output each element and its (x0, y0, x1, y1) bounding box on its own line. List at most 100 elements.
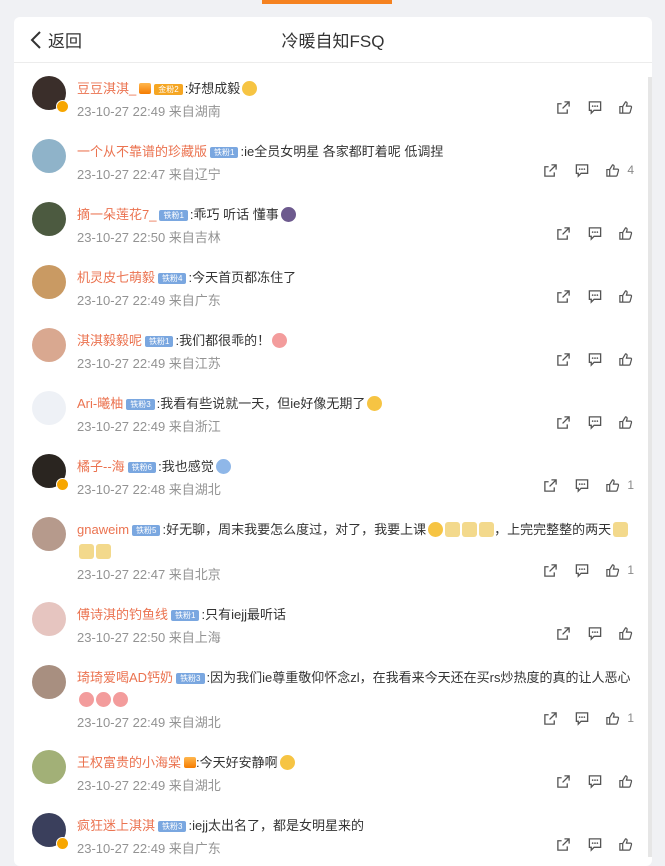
emoji-icon (242, 81, 258, 96)
like-button[interactable] (618, 288, 634, 304)
commenter-name[interactable]: 王权富贵的小海棠 (77, 755, 181, 770)
fan-badge: 金粉2 (154, 84, 183, 95)
commenter-name[interactable]: gnaweim (77, 522, 129, 537)
like-button[interactable]: 1 (605, 710, 634, 726)
share-icon (544, 711, 558, 725)
like-button[interactable] (618, 351, 634, 367)
commenter-name[interactable]: 豆豆淇淇_ (77, 81, 136, 96)
comment-meta: 23-10-27 22:47 来自北京 (77, 567, 221, 582)
avatar[interactable] (32, 391, 66, 425)
commenter-name[interactable]: 一个从不靠谱的珍藏版 (77, 144, 207, 159)
comment-meta: 23-10-27 22:47 来自辽宁 (77, 167, 221, 182)
reply-button[interactable] (587, 351, 603, 367)
avatar[interactable] (32, 202, 66, 236)
avatar[interactable] (32, 517, 66, 551)
reply-button[interactable] (574, 562, 590, 578)
like-button[interactable]: 4 (605, 162, 634, 178)
like-button[interactable] (618, 414, 634, 430)
thumbs-up-icon (618, 225, 634, 241)
commenter-name[interactable]: 摘一朵莲花7_ (77, 207, 156, 222)
like-count: 4 (627, 163, 634, 177)
comment-actions (556, 225, 634, 241)
like-button[interactable]: 1 (605, 562, 634, 578)
share-button[interactable] (556, 773, 572, 789)
fan-badge: 铁粉3 (176, 673, 205, 684)
commenter-name[interactable]: 疯狂迷上淇淇 (77, 818, 155, 833)
share-button[interactable] (556, 225, 572, 241)
reply-button[interactable] (587, 836, 603, 852)
emoji-icon (96, 692, 111, 707)
reply-button[interactable] (587, 288, 603, 304)
comment-text-line: 机灵皮七萌毅 铁粉4:今天首页都冻住了 (77, 267, 637, 289)
reply-button[interactable] (574, 162, 590, 178)
fan-badge: 铁粉1 (145, 336, 174, 347)
emoji-icon (428, 522, 444, 537)
comment-text-line: 豆豆淇淇_ 金粉2:好想成毅 (77, 78, 637, 100)
avatar[interactable] (32, 602, 66, 636)
share-button[interactable] (556, 99, 572, 115)
scrollbar[interactable] (648, 77, 652, 857)
share-button[interactable] (556, 625, 572, 641)
thumbs-up-icon (618, 99, 634, 115)
commenter-name[interactable]: 机灵皮七萌毅 (77, 270, 155, 285)
reply-button[interactable] (587, 414, 603, 430)
comment-icon (576, 163, 589, 178)
thumbs-up-icon (618, 414, 634, 430)
emoji-icon (280, 207, 296, 222)
like-button[interactable] (618, 625, 634, 641)
comment-body: :只有iejj最听话 (201, 607, 286, 622)
like-button[interactable] (618, 225, 634, 241)
emoji-icon (215, 459, 231, 474)
reply-button[interactable] (587, 773, 603, 789)
commenter-name[interactable]: Ari-曦柚 (77, 396, 123, 411)
share-icon (557, 352, 570, 366)
share-icon (557, 626, 570, 640)
comment-meta: 23-10-27 22:49 来自广东 (77, 841, 221, 856)
reply-button[interactable] (587, 225, 603, 241)
commenter-name[interactable]: 淇淇毅毅呢 (77, 333, 142, 348)
share-button[interactable] (556, 836, 572, 852)
commenter-name[interactable]: 橘子--海 (77, 459, 125, 474)
comment-meta: 23-10-27 22:48 来自湖北 (77, 482, 221, 497)
comment-actions (556, 99, 634, 115)
comment-meta: 23-10-27 22:50 来自上海 (77, 630, 221, 645)
thumbs-up-icon (618, 836, 634, 852)
share-button[interactable] (543, 562, 559, 578)
share-button[interactable] (543, 477, 559, 493)
like-button[interactable] (618, 836, 634, 852)
top-accent-bar (262, 0, 392, 4)
avatar[interactable] (32, 750, 66, 784)
share-button[interactable] (556, 414, 572, 430)
comments-panel: 返回 冷暖自知FSQ 豆豆淇淇_ 金粉2:好想成毅 23-10-27 22:49 来… (14, 17, 652, 866)
avatar[interactable] (32, 265, 66, 299)
share-button[interactable] (556, 288, 572, 304)
page-title: 冷暖自知FSQ (281, 32, 385, 51)
commenter-name[interactable]: 琦琦爱喝AD钙奶 (77, 670, 173, 685)
comment-icon (576, 478, 589, 493)
reply-button[interactable] (587, 625, 603, 641)
comment-icon (588, 837, 602, 852)
fan-badge: 铁粉5 (132, 525, 161, 536)
avatar[interactable] (32, 139, 66, 173)
like-button[interactable] (618, 99, 634, 115)
share-button[interactable] (556, 351, 572, 367)
commenter-name[interactable]: 傅诗淇的钓鱼线 (77, 607, 168, 622)
like-button[interactable]: 1 (605, 477, 634, 493)
reply-button[interactable] (574, 710, 590, 726)
share-button[interactable] (543, 710, 559, 726)
share-icon (557, 415, 570, 429)
comment-actions: 1 (543, 710, 634, 726)
comment-list: 豆豆淇淇_ 金粉2:好想成毅 23-10-27 22:49 来自湖南 一个从不靠谱的珍… (14, 69, 652, 866)
avatar[interactable] (32, 665, 66, 699)
avatar[interactable] (32, 328, 66, 362)
share-icon (544, 563, 558, 577)
comment-actions (556, 351, 634, 367)
comment-icon (588, 352, 602, 367)
like-button[interactable] (618, 773, 634, 789)
reply-button[interactable] (574, 477, 590, 493)
share-button[interactable] (543, 162, 559, 178)
verified-badge-icon (56, 100, 69, 113)
reply-button[interactable] (587, 99, 603, 115)
thumbs-up-icon (618, 625, 634, 641)
share-icon (557, 226, 570, 240)
